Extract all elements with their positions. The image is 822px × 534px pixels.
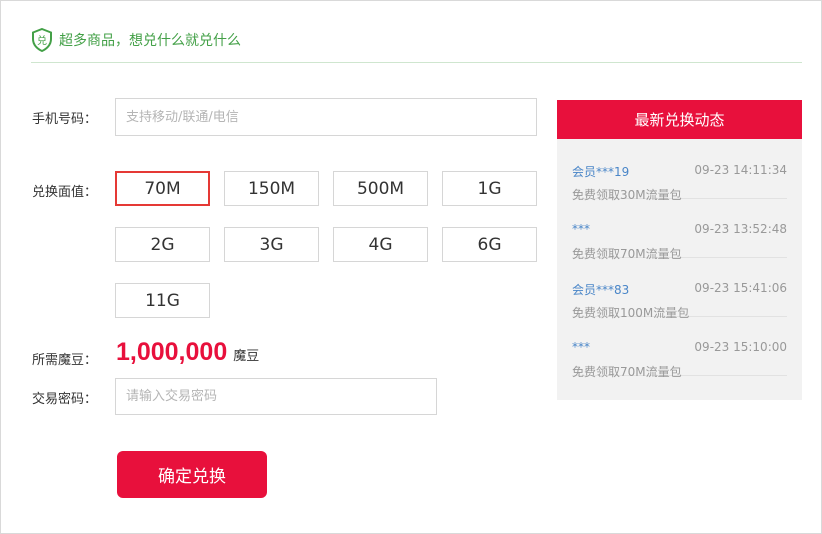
feed-title: 最新兑换动态: [557, 100, 802, 139]
denomination-option-11g[interactable]: 11G: [115, 283, 210, 318]
denomination-option-1g[interactable]: 1G: [442, 171, 537, 206]
feed-user: ***: [572, 222, 590, 236]
denomination-option-4g[interactable]: 4G: [333, 227, 428, 262]
denomination-option-6g[interactable]: 6G: [442, 227, 537, 262]
denomination-option-3g[interactable]: 3G: [224, 227, 319, 262]
shield-icon-char: 兑: [37, 34, 47, 47]
feed-user: 会员***19: [572, 165, 630, 179]
feed-time: 09-23 15:10:00: [694, 340, 787, 354]
header: 兑 超多商品，想兑什么就兑什么: [31, 28, 241, 52]
denomination-option-500m[interactable]: 500M: [333, 171, 428, 206]
phone-input[interactable]: [115, 98, 537, 136]
denomination-label: 兑换面值：: [32, 185, 98, 200]
password-input[interactable]: [115, 378, 437, 415]
denomination-option-70m[interactable]: 70M: [115, 171, 210, 206]
feed-user: 会员***83: [572, 283, 630, 297]
feed-time: 09-23 15:41:06: [694, 281, 787, 295]
feed-time: 09-23 14:11:34: [694, 163, 787, 177]
header-divider: [31, 62, 802, 63]
feed-item: *** 09-23 13:52:48 免费领取70M流量包: [572, 198, 787, 261]
shield-icon: 兑: [32, 28, 52, 52]
cost-unit: 魔豆: [233, 349, 260, 364]
denomination-option-150m[interactable]: 150M: [224, 171, 319, 206]
feed-list: 会员***19 09-23 14:11:34 免费领取30M流量包 *** 09…: [557, 139, 802, 400]
cost-display: 1,000,000 魔豆: [116, 338, 259, 367]
confirm-button[interactable]: 确定兑换: [117, 451, 267, 498]
feed-item: *** 09-23 15:10:00 免费领取70M流量包: [572, 316, 787, 379]
feed-desc: 免费领取70M流量包: [572, 365, 682, 379]
feed-item: 会员***19 09-23 14:11:34 免费领取30M流量包: [572, 139, 787, 202]
cost-label: 所需魔豆：: [32, 353, 98, 368]
feed-time: 09-23 13:52:48: [694, 222, 787, 236]
cost-amount: 1,000,000: [116, 338, 228, 366]
feed-user: ***: [572, 340, 590, 354]
header-title: 超多商品，想兑什么就兑什么: [59, 33, 241, 49]
password-label: 交易密码：: [32, 392, 98, 407]
feed-item: 会员***83 09-23 15:41:06 免费领取100M流量包: [572, 257, 787, 320]
phone-label: 手机号码：: [32, 112, 98, 127]
denomination-option-2g[interactable]: 2G: [115, 227, 210, 262]
exchange-panel: 兑 超多商品，想兑什么就兑什么 手机号码： 兑换面值： 70M 150M 500…: [0, 0, 822, 534]
